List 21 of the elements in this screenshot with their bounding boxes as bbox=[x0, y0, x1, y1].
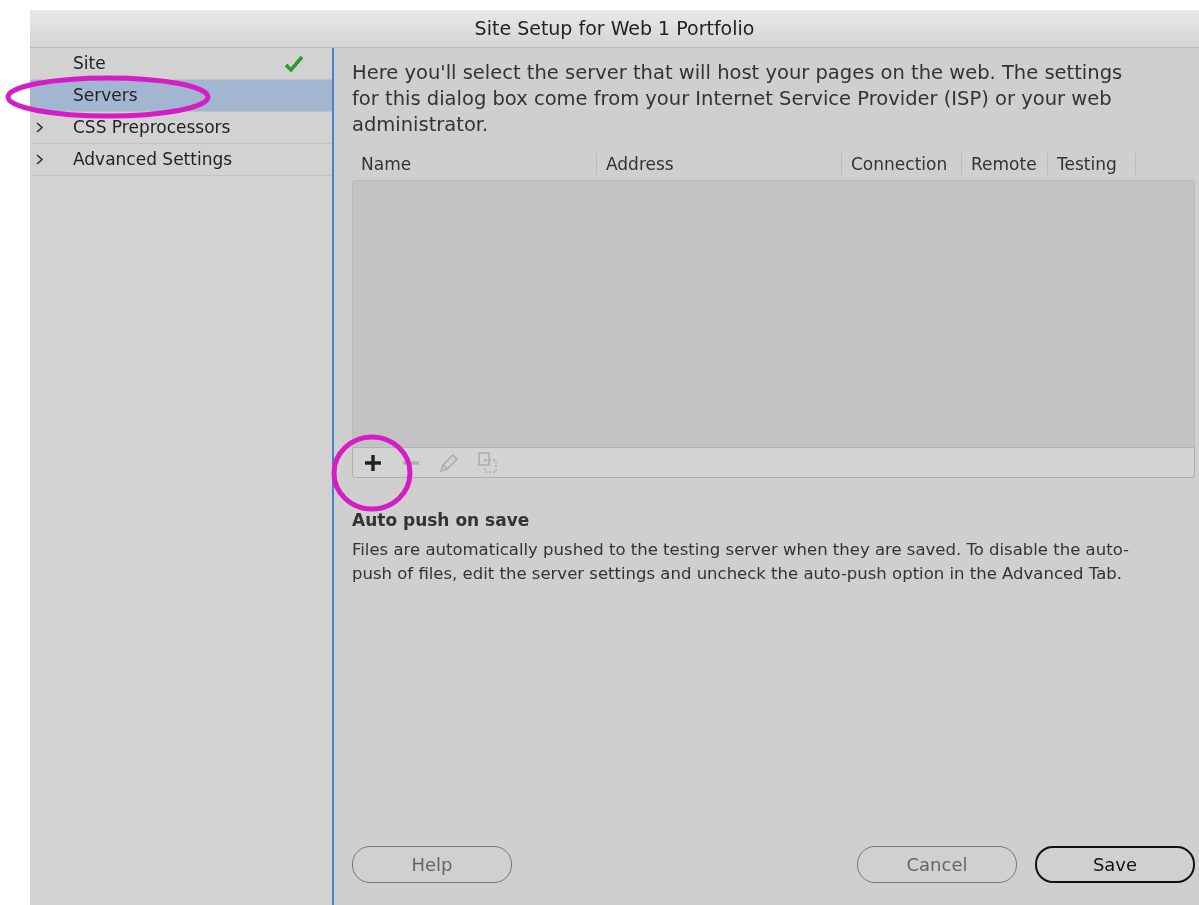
column-header: Testing bbox=[1048, 153, 1136, 175]
window-title: Site Setup for Web 1 Portfolio bbox=[30, 10, 1199, 48]
sidebar-item[interactable]: Site bbox=[73, 50, 284, 77]
sidebar-item[interactable]: CSS Preprocessors bbox=[73, 114, 332, 141]
pencil-icon bbox=[440, 453, 458, 472]
chevron-icon[interactable] bbox=[36, 154, 43, 166]
duplicate-icon bbox=[477, 452, 497, 473]
sidebar-item[interactable]: Advanced Settings bbox=[73, 146, 332, 173]
dialog-button[interactable]: Help bbox=[352, 846, 512, 883]
remove-icon bbox=[403, 460, 419, 465]
section-heading: Auto push on save bbox=[352, 509, 531, 532]
description-text: Files are automatically pushed to the testing server when they are saved. To disable the auto-push of files, edit the server settings and uncheck the auto-push option in the Advanced Tab. bbox=[352, 538, 1130, 585]
column-header: Name bbox=[352, 153, 597, 175]
column-header: Remote bbox=[962, 153, 1048, 175]
chevron-icon[interactable] bbox=[36, 122, 43, 134]
column-header: Connection bbox=[842, 153, 962, 175]
intro-text: Here you'll select the server that will host your pages on the web. The settings for this dialog box come from your Internet Service Provider (ISP) or your web administrator. bbox=[352, 60, 1124, 138]
save-button[interactable]: Save bbox=[1035, 846, 1195, 883]
column-header: Address bbox=[597, 153, 842, 175]
add-icon bbox=[365, 454, 381, 471]
dialog-button[interactable]: Cancel bbox=[857, 846, 1017, 883]
